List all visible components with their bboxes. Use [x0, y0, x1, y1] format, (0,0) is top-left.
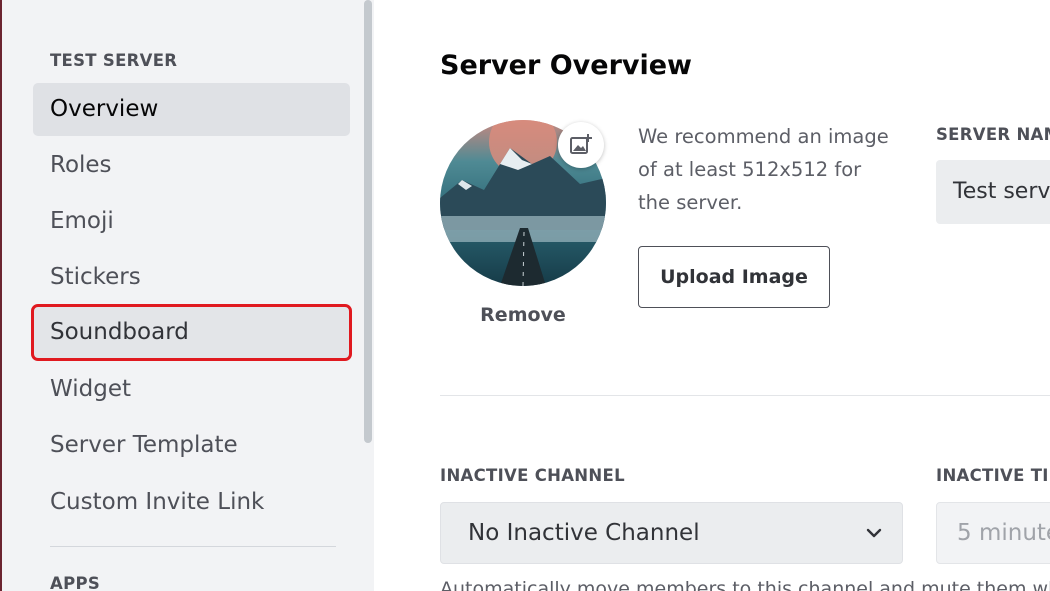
upload-image-badge[interactable]	[558, 122, 604, 168]
sidebar-section-apps: APPS	[50, 574, 101, 591]
page-title: Server Overview	[440, 50, 692, 81]
sidebar-item-emoji[interactable]: Emoji	[33, 195, 350, 248]
sidebar-section-server: TEST SERVER	[50, 51, 178, 70]
inactive-channel-select[interactable]: No Inactive Channel	[440, 502, 903, 564]
sidebar-scrollbar[interactable]	[364, 0, 372, 443]
sidebar-item-stickers[interactable]: Stickers	[33, 251, 350, 304]
inactive-channel-helper-text: Automatically move members to this chann…	[440, 578, 1050, 591]
server-name-input[interactable]: Test server	[936, 160, 1050, 224]
section-divider	[440, 395, 1050, 396]
sidebar-item-overview[interactable]: Overview	[33, 83, 350, 136]
inactive-timeout-select[interactable]: 5 minutes	[936, 502, 1050, 564]
inactive-channel-label: INACTIVE CHANNEL	[440, 466, 625, 485]
sidebar-item-roles[interactable]: Roles	[33, 139, 350, 192]
icon-recommendation-text: We recommend an image of at least 512x51…	[638, 125, 889, 214]
upload-image-button[interactable]: Upload Image	[638, 246, 830, 308]
inactive-channel-value: No Inactive Channel	[468, 520, 700, 546]
sidebar-item-soundboard[interactable]: Soundboard	[31, 304, 352, 361]
sidebar-item-custom-invite-link[interactable]: Custom Invite Link	[33, 476, 350, 529]
image-add-icon	[570, 134, 592, 154]
sidebar-divider	[50, 546, 336, 547]
settings-sidebar: TEST SERVER Overview Roles Emoji Sticker…	[2, 0, 374, 591]
settings-content: Server Overview Remove We recommend an i…	[374, 0, 1050, 591]
sidebar-item-server-template[interactable]: Server Template	[33, 419, 350, 472]
chevron-down-icon	[866, 528, 882, 538]
sidebar-item-widget[interactable]: Widget	[33, 363, 350, 416]
server-name-label: SERVER NAME	[936, 125, 1050, 144]
remove-icon-link[interactable]: Remove	[440, 304, 606, 326]
inactive-timeout-label: INACTIVE TIMEOUT	[936, 466, 1050, 485]
